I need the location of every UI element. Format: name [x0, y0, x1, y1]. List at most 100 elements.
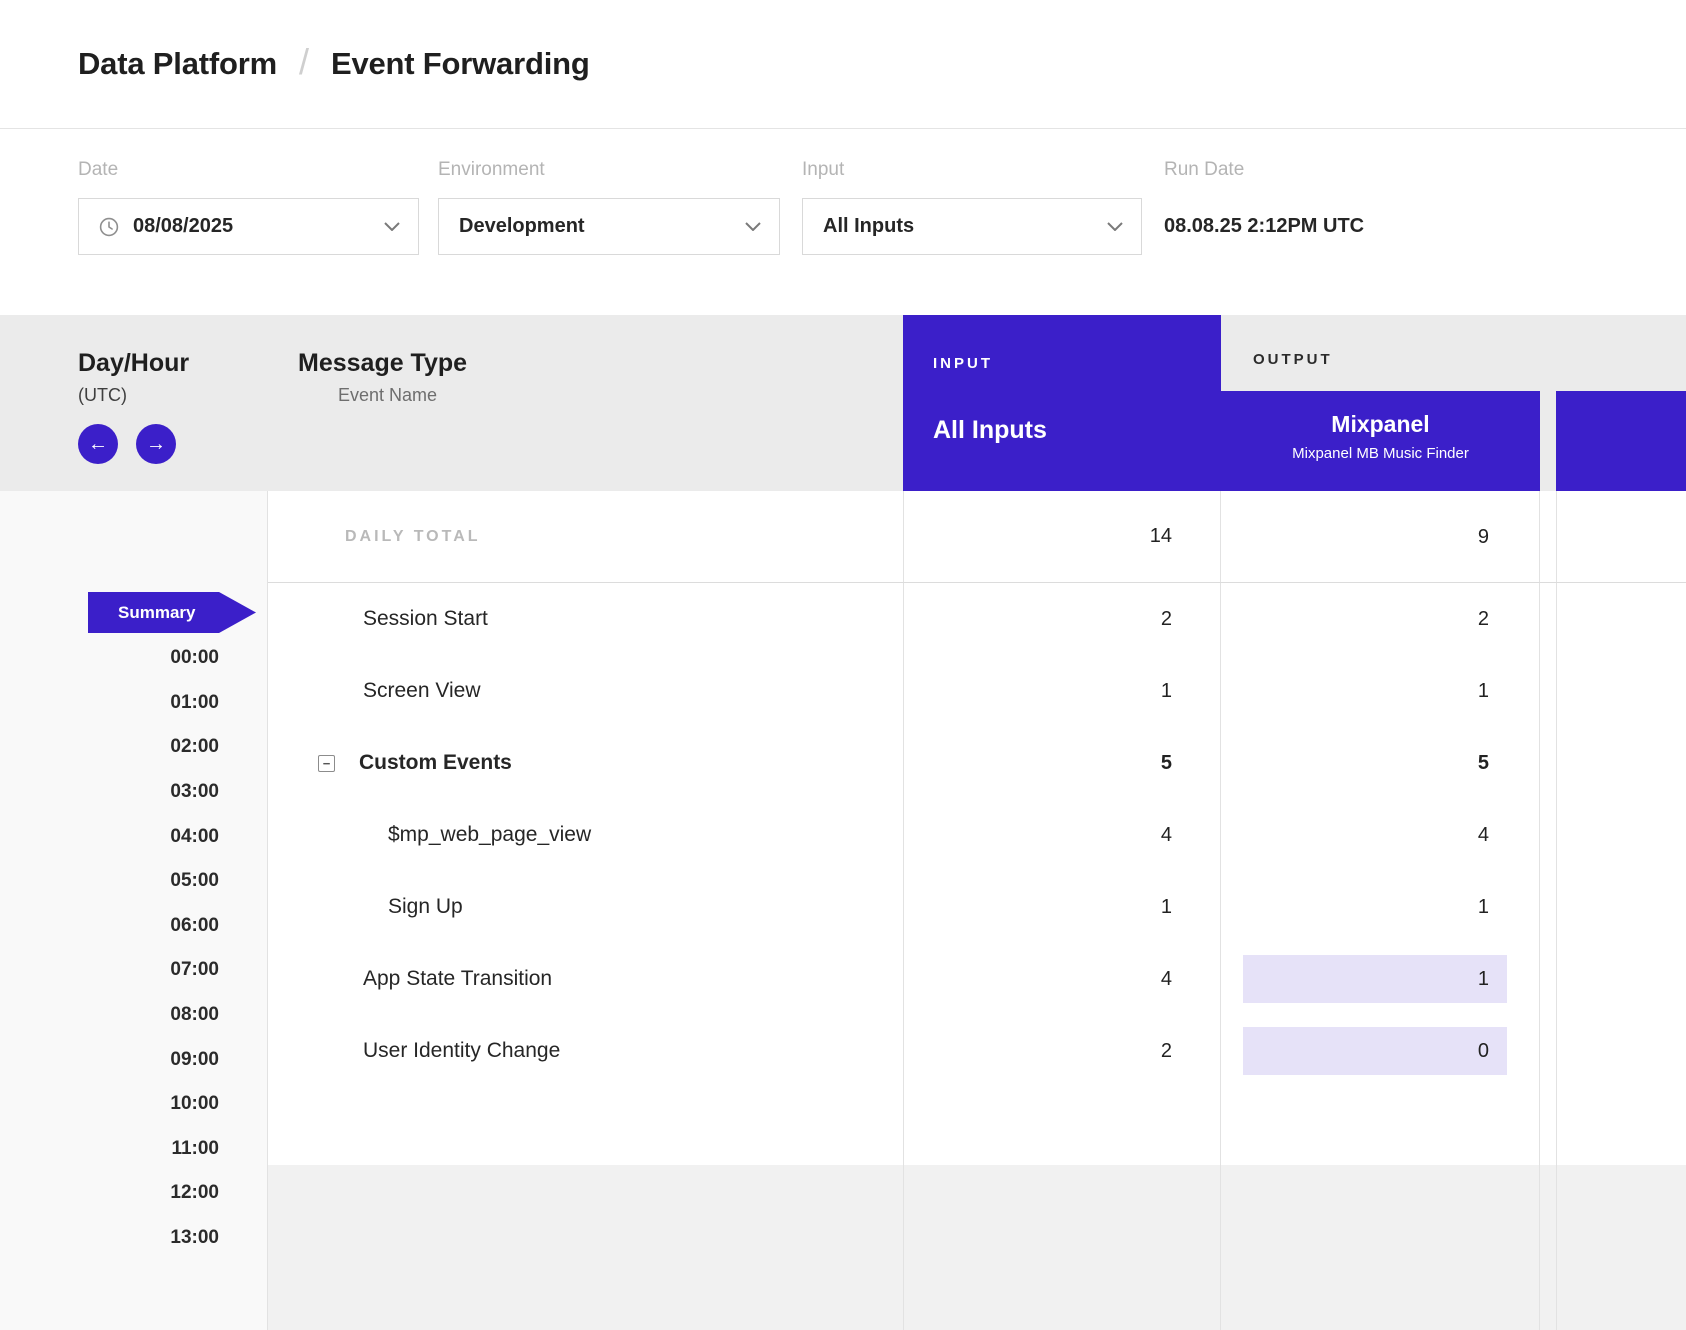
hour-item[interactable]: 11:00	[0, 1127, 219, 1172]
data-grid: DAILY TOTAL 14 9 Session Start 2 2 Scree…	[268, 491, 1686, 1330]
chevron-down-icon	[1093, 222, 1123, 231]
breadcrumb: Data Platform / Event Forwarding	[0, 0, 1686, 129]
table-row: Session Start 2 2	[268, 583, 1686, 655]
date-dropdown[interactable]: 08/08/2025	[78, 198, 419, 255]
date-filter: Date 08/08/2025	[78, 159, 419, 315]
table-row: User Identity Change 2 0	[268, 1015, 1686, 1087]
arrow-right-icon: →	[146, 434, 166, 454]
daily-total-row: DAILY TOTAL 14 9	[268, 491, 1686, 583]
next-connector-partial	[1556, 315, 1686, 491]
daily-total-label: DAILY TOTAL	[268, 491, 903, 582]
column-gap	[1540, 315, 1556, 491]
table-row-group: − Custom Events 5 5	[268, 727, 1686, 799]
empty-row	[268, 1087, 1686, 1165]
hour-item[interactable]: 05:00	[0, 859, 219, 904]
run-date-value: 08.08.25 2:12PM UTC	[1164, 198, 1364, 255]
table-row: $mp_web_page_view 4 4	[268, 799, 1686, 871]
day-hour-header: Day/Hour (UTC) ← →	[0, 315, 268, 491]
page-title: Event Forwarding	[331, 46, 590, 82]
input-count: 1	[903, 871, 1221, 943]
input-column-title: All Inputs	[933, 416, 1221, 445]
hour-item[interactable]: 10:00	[0, 1082, 219, 1127]
input-count: 1	[903, 655, 1221, 727]
output-count: 1	[1243, 883, 1507, 931]
connector-subtitle: Mixpanel MB Music Finder	[1221, 445, 1540, 462]
collapse-minus-icon[interactable]: −	[318, 755, 335, 772]
daily-total-output-cell: 9	[1221, 491, 1540, 582]
hour-item[interactable]: 13:00	[0, 1216, 219, 1261]
event-name: Session Start	[268, 583, 903, 655]
filter-bar: Date 08/08/2025 Environment Development	[0, 129, 1686, 315]
output-count: 1	[1243, 667, 1507, 715]
environment-dropdown-value: Development	[459, 215, 585, 238]
hour-item[interactable]: 12:00	[0, 1171, 219, 1216]
table-body: Summary 00:00 01:00 02:00 03:00 04:00 05…	[0, 491, 1686, 1330]
environment-filter-label: Environment	[438, 159, 780, 181]
summary-selector[interactable]: Summary	[88, 592, 256, 633]
table-footer-filler	[268, 1165, 1686, 1330]
chevron-down-icon	[731, 222, 761, 231]
input-column-header: INPUT All Inputs	[903, 315, 1221, 491]
day-hour-title: Day/Hour	[78, 349, 268, 378]
environment-dropdown[interactable]: Development	[438, 198, 780, 255]
input-column-eyebrow: INPUT	[933, 355, 1221, 372]
message-type-title: Message Type	[298, 349, 903, 378]
output-count: 2	[1243, 595, 1507, 643]
event-name: Screen View	[268, 655, 903, 727]
daily-total-output-value: 9	[1243, 513, 1507, 561]
breadcrumb-data-platform[interactable]: Data Platform	[78, 46, 277, 82]
mixpanel-connector-header[interactable]: Mixpanel Mixpanel MB Music Finder	[1221, 391, 1540, 491]
input-dropdown-value: All Inputs	[823, 215, 914, 238]
input-count: 2	[903, 1015, 1221, 1087]
table-row: Screen View 1 1	[268, 655, 1686, 727]
event-name: Sign Up	[268, 871, 903, 943]
day-hour-subtitle: (UTC)	[78, 385, 268, 406]
hour-item[interactable]: 01:00	[0, 681, 219, 726]
hour-item[interactable]: 00:00	[0, 636, 219, 681]
day-hour-column: Summary 00:00 01:00 02:00 03:00 04:00 05…	[0, 491, 268, 1330]
hour-list: 00:00 01:00 02:00 03:00 04:00 05:00 06:0…	[0, 636, 219, 1260]
input-count: 2	[903, 583, 1221, 655]
connector-title: Mixpanel	[1221, 411, 1540, 438]
hour-item[interactable]: 06:00	[0, 904, 219, 949]
chevron-down-icon	[370, 222, 400, 231]
output-count-highlighted[interactable]: 0	[1243, 1027, 1507, 1075]
run-date-label: Run Date	[1164, 159, 1364, 181]
breadcrumb-separator: /	[299, 41, 309, 83]
event-name: Custom Events	[359, 751, 512, 775]
hour-item[interactable]: 03:00	[0, 770, 219, 815]
event-name: $mp_web_page_view	[268, 799, 903, 871]
table-row: App State Transition 4 1	[268, 943, 1686, 1015]
table-header: Day/Hour (UTC) ← → Message Type Event Na…	[0, 315, 1686, 491]
output-count: 4	[1243, 811, 1507, 859]
clock-icon	[99, 217, 119, 237]
output-column-header: OUTPUT Mixpanel Mixpanel MB Music Finder	[1221, 315, 1540, 491]
event-name: User Identity Change	[268, 1015, 903, 1087]
message-type-header: Message Type Event Name	[268, 315, 903, 491]
output-count-highlighted[interactable]: 1	[1243, 955, 1507, 1003]
partial-connector-header[interactable]	[1556, 391, 1686, 491]
run-date: Run Date 08.08.25 2:12PM UTC	[1164, 159, 1364, 315]
hour-item[interactable]: 04:00	[0, 814, 219, 859]
arrow-left-icon: ←	[88, 434, 108, 454]
hour-item[interactable]: 02:00	[0, 725, 219, 770]
event-forwarding-page: Data Platform / Event Forwarding Date 08…	[0, 0, 1686, 1330]
environment-filter: Environment Development	[438, 159, 780, 315]
input-count: 4	[903, 799, 1221, 871]
next-day-button[interactable]: →	[136, 424, 176, 464]
daily-total-input-value: 14	[903, 491, 1221, 582]
previous-day-button[interactable]: ←	[78, 424, 118, 464]
hour-item[interactable]: 08:00	[0, 993, 219, 1038]
table-row: Sign Up 1 1	[268, 871, 1686, 943]
day-nav: ← →	[78, 424, 268, 464]
hour-item[interactable]: 09:00	[0, 1037, 219, 1082]
hour-item[interactable]: 07:00	[0, 948, 219, 993]
date-filter-label: Date	[78, 159, 419, 181]
event-group-name: − Custom Events	[268, 727, 903, 799]
input-count: 4	[903, 943, 1221, 1015]
output-count: 5	[1243, 739, 1507, 787]
input-dropdown[interactable]: All Inputs	[802, 198, 1142, 255]
input-filter-label: Input	[802, 159, 1142, 181]
input-filter: Input All Inputs	[802, 159, 1142, 315]
event-name: App State Transition	[268, 943, 903, 1015]
